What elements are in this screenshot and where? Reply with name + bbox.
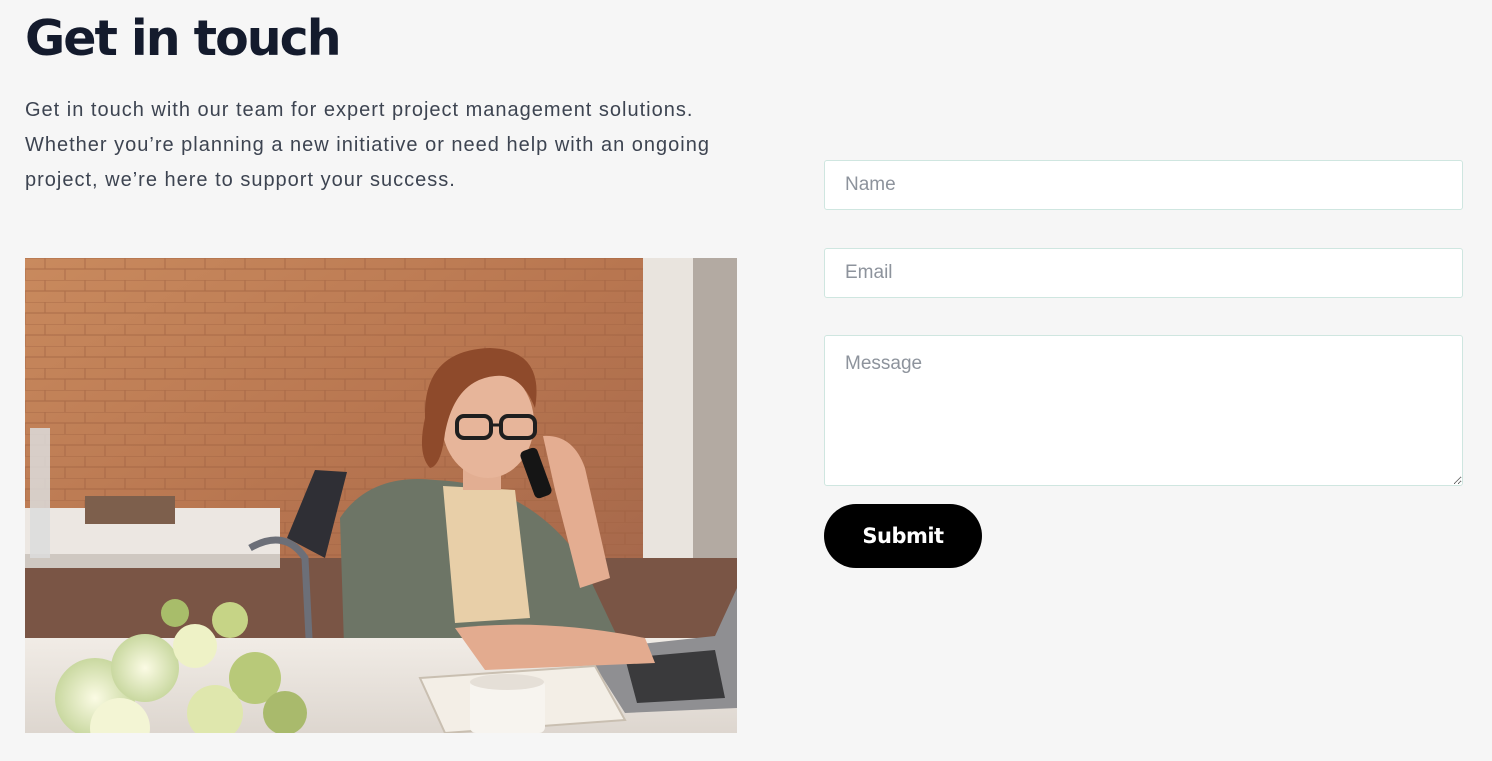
office-photo	[25, 258, 737, 733]
email-input[interactable]	[824, 248, 1463, 298]
message-textarea[interactable]	[824, 335, 1463, 486]
page-title: Get in touch	[25, 10, 342, 67]
intro-text: Get in touch with our team for expert pr…	[25, 99, 710, 191]
submit-button[interactable]: Submit	[824, 504, 982, 568]
name-input[interactable]	[824, 160, 1463, 210]
